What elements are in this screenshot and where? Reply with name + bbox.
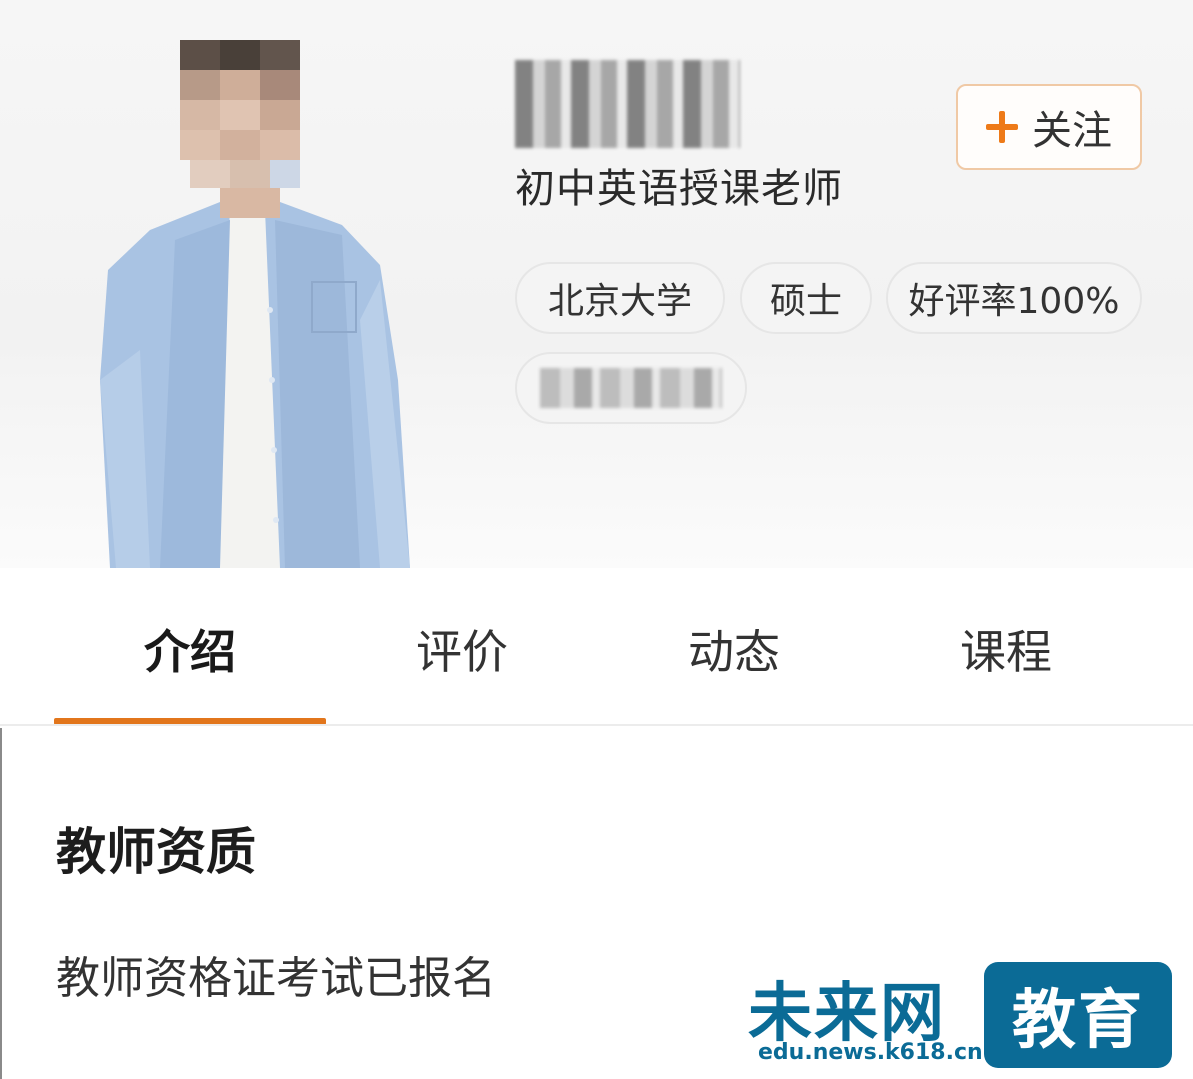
tab-intro[interactable]: 介绍 [54,616,326,682]
teacher-profile-header: 初中英语授课老师 关注 北京大学 硕士 好评率100% [0,0,1193,568]
tag-rating: 好评率100% [886,262,1142,334]
follow-button[interactable]: 关注 [956,84,1142,170]
tab-divider [0,724,1193,726]
tab-courses[interactable]: 课程 [870,616,1142,682]
plus-icon [986,111,1018,143]
profile-tabs: 介绍 评价 动态 课程 [0,568,1193,728]
follow-label: 关注 [1032,108,1112,154]
tab-reviews[interactable]: 评价 [326,616,598,682]
tag-redacted [515,352,747,424]
watermark-url: edu.news.k618.cn [758,1040,983,1065]
section-title: 教师资质 [56,823,256,881]
teacher-name-redacted [515,60,740,148]
tag-degree: 硕士 [740,262,872,334]
tab-activity[interactable]: 动态 [598,616,870,682]
teacher-photo [80,20,425,568]
tag-university: 北京大学 [515,262,725,334]
redacted-blur [540,368,722,408]
qualification-text: 教师资格证考试已报名 [56,953,496,1004]
watermark-badge: 教育 [984,962,1172,1068]
teacher-subtitle: 初中英语授课老师 [515,166,843,212]
watermark-logo: 未来网 edu.news.k618.cn 教育 [748,962,1176,1070]
